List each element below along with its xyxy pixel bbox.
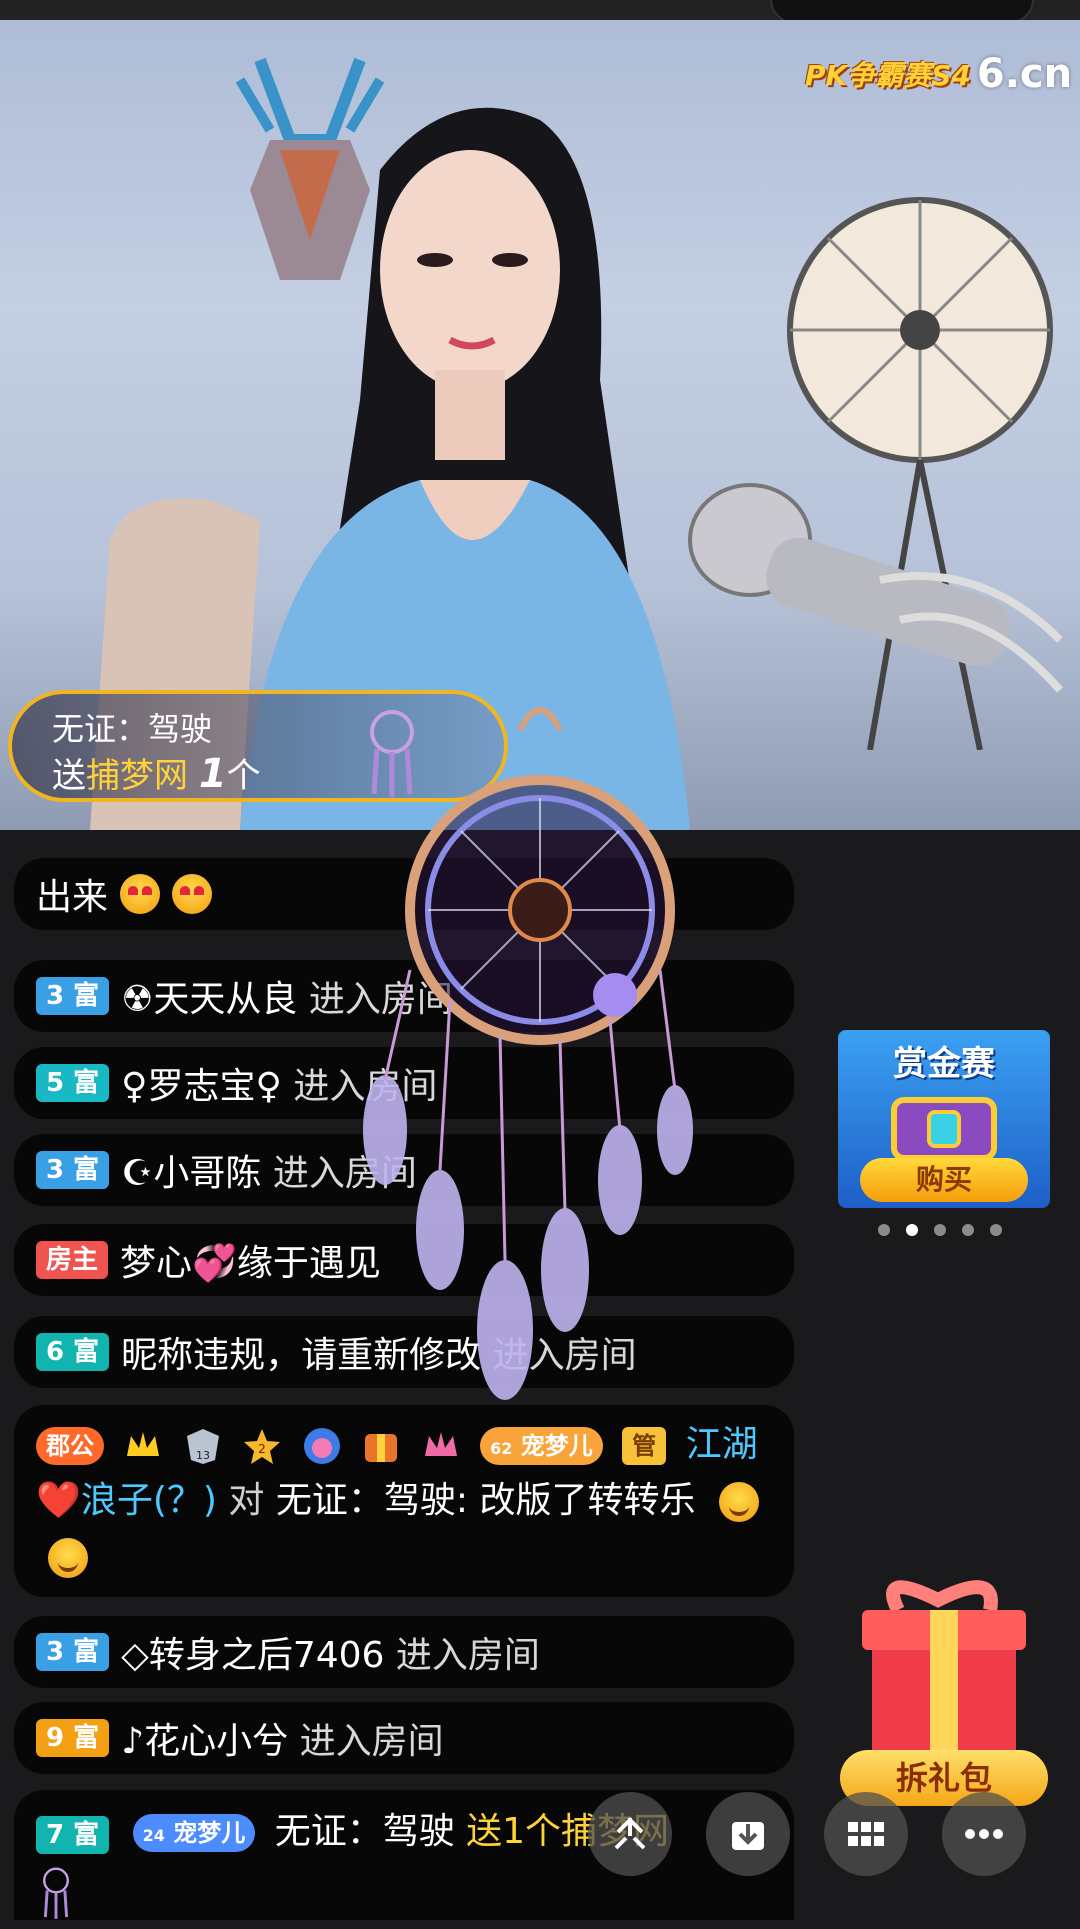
wing-crown-icon (421, 1426, 461, 1466)
to-word: 对 (228, 1480, 265, 1521)
carousel-dot[interactable] (990, 1224, 1002, 1236)
gift-sender: 无证：驾驶 (52, 710, 213, 748)
wealth-badge: 9 富 (36, 1719, 110, 1757)
chat-comment-row: 郡公 13 2 62 宠梦儿 管 江湖❤️浪子(？) 对 无证：驾驶: 改版了转… (14, 1405, 794, 1597)
share-button[interactable] (588, 1792, 672, 1876)
carousel-dot[interactable] (934, 1224, 946, 1236)
noble-badge: 郡公 (36, 1427, 104, 1465)
send-word: 送 (52, 756, 86, 796)
gift-banner: 无证：驾驶 送捕梦网 1个 (8, 690, 508, 802)
user-name[interactable]: ♪花心小兮 (121, 1712, 288, 1764)
gift-line: 送捕梦网 1个 (52, 748, 261, 797)
enter-text: 进入房间 (395, 1635, 540, 1676)
grid-menu-button[interactable] (824, 1792, 908, 1876)
user-name[interactable]: ☪小哥陈 (121, 1144, 261, 1196)
carousel-dot[interactable] (878, 1224, 890, 1236)
treasure-chest-icon (891, 1097, 997, 1160)
site-logo: 6.cn (976, 51, 1073, 97)
wealth-badge: 3 富 (36, 977, 110, 1015)
chat-message: 出来 (14, 858, 794, 930)
grin-emoji-icon (48, 1538, 88, 1578)
box-badge-icon (361, 1426, 401, 1466)
fan-club-name: 宠梦儿 (520, 1432, 593, 1460)
gift-unit: 个 (226, 756, 261, 796)
buy-button[interactable]: 购买 (860, 1158, 1028, 1202)
status-bar (0, 0, 1080, 24)
user-name[interactable]: 梦心💞缘于遇见 (120, 1234, 381, 1286)
chat-enter-row: 3 富 ☢天天从良 进入房间 (14, 960, 794, 1032)
promo-title: 赏金赛 (893, 1044, 995, 1084)
fan-club-name: 宠梦儿 (173, 1819, 246, 1847)
gift-pack-widget[interactable]: 拆礼包 (838, 1570, 1050, 1820)
pk-event-label: PK争霸赛S4 (805, 59, 971, 92)
gift-name: 捕梦网 (86, 756, 188, 796)
wealth-badge: 3 富 (36, 1151, 110, 1189)
brand-logo: PK争霸赛S4 6.cn (805, 50, 1072, 98)
user-name[interactable]: 无证：驾驶 (275, 1811, 455, 1852)
enter-text: 进入房间 (308, 979, 453, 1020)
fan-club-badge: 62 宠梦儿 (480, 1427, 603, 1465)
chat-host-row: 房主 梦心💞缘于遇见 (14, 1224, 794, 1296)
target-user[interactable]: 无证：驾驶: (276, 1480, 468, 1521)
gift-box-icon (862, 1580, 1026, 1760)
carousel-dot-active[interactable] (906, 1224, 918, 1236)
fan-level: 24 (142, 1826, 165, 1845)
guard-level-number: 13 (196, 1449, 210, 1462)
chat-enter-row: 9 富 ♪花心小兮 进入房间 (14, 1702, 794, 1774)
user-name[interactable]: 昵称违规，请重新修改 (121, 1326, 481, 1378)
share-icon (614, 1817, 646, 1850)
chat-enter-row: 3 富 ☪小哥陈 进入房间 (14, 1134, 794, 1206)
download-button[interactable] (706, 1792, 790, 1876)
admin-badge: 管 (622, 1427, 667, 1465)
cake-badge-icon (302, 1426, 342, 1466)
chat-text: 出来 (36, 877, 109, 918)
crown-icon (123, 1426, 163, 1466)
chat-enter-row: 6 富 昵称违规，请重新修改 进入房间 (14, 1316, 794, 1388)
user-name[interactable]: ♀罗志宝♀ (121, 1057, 282, 1109)
gift-count: 1 (198, 751, 227, 797)
chat-gift-row: 7 富 24 宠梦儿 无证：驾驶 送1个捕梦网 (14, 1790, 794, 1920)
guard-level-icon: 13 (183, 1426, 223, 1466)
download-icon (732, 1822, 764, 1850)
bounty-contest-card[interactable]: 赏金赛 购买 (838, 1030, 1050, 1208)
enter-text: 进入房间 (492, 1335, 637, 1376)
fan-level: 62 (490, 1439, 513, 1458)
wealth-badge: 6 富 (36, 1333, 110, 1371)
wealth-badge: 3 富 (36, 1633, 110, 1671)
microphone (688, 483, 1063, 693)
more-button[interactable] (942, 1792, 1026, 1876)
grid-icon (848, 1822, 884, 1846)
enter-text: 进入房间 (293, 1066, 438, 1107)
user-name[interactable]: ◇转身之后7406 (121, 1626, 384, 1678)
user-name[interactable]: ☢天天从良 (121, 970, 297, 1022)
heart-eyes-emoji-icon (120, 874, 161, 914)
fan-club-badge: 24 宠梦儿 (132, 1814, 256, 1852)
carousel-dot[interactable] (962, 1224, 974, 1236)
chat-enter-row: 5 富 ♀罗志宝♀ 进入房间 (14, 1047, 794, 1119)
gift-thumb (36, 1864, 772, 1929)
grin-emoji-icon (718, 1482, 759, 1522)
comment-text: 改版了转转乐 (479, 1480, 696, 1521)
chat-enter-row: 3 富 ◇转身之后7406 进入房间 (14, 1616, 794, 1688)
star-level-number: 2 (259, 1442, 267, 1456)
host-badge: 房主 (36, 1241, 109, 1279)
wealth-badge: 7 富 (36, 1816, 110, 1854)
enter-text: 进入房间 (272, 1153, 417, 1194)
star-level-icon: 2 (242, 1426, 282, 1466)
dreamcatcher-icon (370, 710, 414, 797)
enter-text: 进入房间 (299, 1721, 444, 1762)
wealth-badge: 5 富 (36, 1064, 110, 1102)
dreamcatcher-icon (43, 1867, 69, 1919)
more-icon (965, 1829, 1003, 1839)
heart-eyes-emoji-icon (172, 874, 213, 914)
carousel-indicator (878, 1224, 1002, 1236)
